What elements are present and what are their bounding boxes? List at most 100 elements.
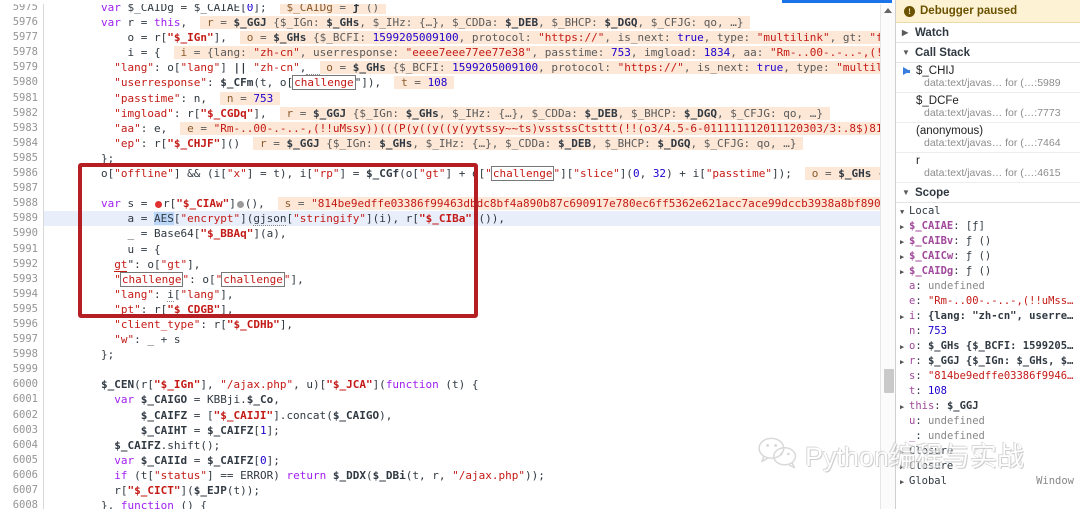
line-number[interactable]: 5998 <box>0 347 38 362</box>
scope-variable-row[interactable]: ▶ $_CAIBv: ƒ () <box>896 234 1080 249</box>
code-line[interactable]: gt": o["gt"], <box>44 257 895 272</box>
line-number[interactable]: 5986 <box>0 166 38 181</box>
code-line[interactable]: "pt": r["$_CDGB"], <box>44 302 895 317</box>
line-number[interactable]: 5983 <box>0 121 38 136</box>
call-stack-frame[interactable]: $_DCFe data:text/javas… for (…:7773 <box>896 93 1080 123</box>
scrollbar-thumb[interactable] <box>884 369 894 393</box>
sidebar-section-scope[interactable]: ▼ Scope <box>896 183 1080 203</box>
code-line[interactable]: "challenge": o["challenge"], <box>44 271 895 287</box>
chevron-right-icon[interactable]: ▶ <box>900 220 909 234</box>
scope-variable-row[interactable]: ▶ r: $_GGJ {$_IGn: $_GHs, $… <box>896 354 1080 369</box>
call-stack-frame[interactable]: r data:text/javas… for (…:4615 <box>896 153 1080 183</box>
scope-variable-row[interactable]: t: 108 <box>896 384 1080 399</box>
line-number[interactable]: 5977 <box>0 30 38 45</box>
code-line[interactable]: $_CAIHT = $_CAIFZ[1]; <box>44 423 895 438</box>
scope-global-row[interactable]: ▶ Global Window <box>896 474 1080 489</box>
scope-variable-row[interactable]: ▶ $_CAIAE: [ƒ] <box>896 219 1080 234</box>
line-number[interactable]: 6001 <box>0 392 38 407</box>
code-line[interactable]: "passtime": n, n = 753 <box>44 91 895 106</box>
code-line[interactable]: "userresponse": $_CFm(t, o[challenge"]),… <box>44 75 895 91</box>
call-stack-frame[interactable]: $_CHIJ data:text/javas… for (…:5989 <box>896 63 1080 93</box>
chevron-right-icon[interactable]: ▶ <box>900 355 909 369</box>
line-number[interactable]: 5976 <box>0 15 38 30</box>
code-line[interactable]: "imgload": r["$_CGDq"], r = $_GGJ {$_IGn… <box>44 106 895 121</box>
source-vertical-scrollbar[interactable] <box>880 4 895 509</box>
code-line[interactable]: }; <box>44 347 895 362</box>
chevron-right-icon[interactable]: ▶ <box>900 235 909 249</box>
line-number[interactable]: 5980 <box>0 75 38 90</box>
scope-variable-row[interactable]: s: "814be9edffe03386f9946… <box>896 369 1080 384</box>
line-number[interactable]: 6005 <box>0 453 38 468</box>
line-number[interactable]: 5995 <box>0 302 38 317</box>
code-line[interactable]: var $_CAIGO = KBBji.$_Co, <box>44 392 895 407</box>
line-number[interactable]: 6000 <box>0 377 38 392</box>
code-line[interactable]: "w": _ + s <box>44 332 895 347</box>
line-number[interactable]: 5981 <box>0 91 38 106</box>
scope-variable-row[interactable]: u: undefined <box>896 414 1080 429</box>
line-number[interactable]: 5987 <box>0 181 38 196</box>
code-line[interactable] <box>44 181 895 196</box>
code-line[interactable]: _ = Base64["$_BBAq"](a), <box>44 226 895 241</box>
code-line[interactable]: var $_CAIId = $_CAIFZ[0]; <box>44 453 895 468</box>
code-line[interactable]: $_CAIFZ = ["$_CAIJI"].concat($_CAIGO), <box>44 408 895 423</box>
code-line[interactable]: "ep": r["$_CHJF"]() r = $_GGJ {$_IGn: $_… <box>44 136 895 151</box>
sidebar-section-call-stack[interactable]: ▼ Call Stack <box>896 43 1080 63</box>
code-line[interactable]: if (t["status"] == ERROR) return $_DDX($… <box>44 468 895 483</box>
line-number[interactable]: 6006 <box>0 468 38 483</box>
code-line[interactable]: u = { <box>44 242 895 257</box>
code-line[interactable]: $_CAIFZ.shift(); <box>44 438 895 453</box>
chevron-right-icon[interactable]: ▶ <box>900 475 909 490</box>
code-line[interactable]: a = AES["encrypt"](gjson["stringify"](i)… <box>44 211 895 227</box>
line-number-gutter[interactable]: 5975 5976 5977 5978 5979 5980 5981 5982 5983 5984… <box>0 0 44 509</box>
scope-variable-row[interactable]: e: "Rm-..00-.-..-,(!!uMss… <box>896 294 1080 309</box>
line-number[interactable]: 6002 <box>0 408 38 423</box>
scope-closure-row[interactable]: ▶ Closure <box>896 444 1080 459</box>
scope-variable-row[interactable]: a: undefined <box>896 279 1080 294</box>
sidebar-section-watch[interactable]: ▶ Watch <box>896 23 1080 43</box>
line-number[interactable]: 5993 <box>0 272 38 287</box>
line-number[interactable]: 6004 <box>0 438 38 453</box>
chevron-right-icon[interactable]: ▶ <box>900 250 909 264</box>
chevron-right-icon[interactable]: ▶ <box>900 460 909 475</box>
scope-variable-row[interactable]: ▶ o: $_GHs {$_BCFI: 1599205… <box>896 339 1080 354</box>
code-line[interactable]: r["$_CICT"]($_EJP(t)); <box>44 483 895 498</box>
chevron-right-icon[interactable]: ▶ <box>900 340 909 354</box>
line-number[interactable]: 5991 <box>0 242 38 257</box>
line-number[interactable]: 5985 <box>0 151 38 166</box>
code-line[interactable]: o["offline"] && (i["x"] = t), i["rp"] = … <box>44 166 895 182</box>
chevron-right-icon[interactable]: ▶ <box>900 265 909 279</box>
chevron-right-icon[interactable]: ▶ <box>900 310 909 324</box>
chevron-right-icon[interactable]: ▶ <box>900 400 909 414</box>
scope-variable-row[interactable]: ▶ this: $_GGJ <box>896 399 1080 414</box>
line-number[interactable]: 5992 <box>0 257 38 272</box>
code-line[interactable]: var s = r["$_CIAw"] (), s = "814be9edffe0… <box>44 196 895 211</box>
line-number[interactable]: 5979 <box>0 60 38 75</box>
scope-group-header[interactable]: ▼ Local <box>896 204 1080 219</box>
line-number[interactable]: 5990 <box>0 226 38 241</box>
code-line[interactable]: }, function () { <box>44 498 895 509</box>
line-number[interactable]: 5978 <box>0 45 38 60</box>
code-line[interactable] <box>44 362 895 377</box>
line-number[interactable]: 6007 <box>0 483 38 498</box>
code-line[interactable]: "client_type": r["$_CDHb"], <box>44 317 895 332</box>
code-line[interactable]: var r = this, r = $_GGJ {$_IGn: $_GHs, $… <box>44 15 895 30</box>
code-line[interactable]: }; <box>44 151 895 166</box>
code-text-area[interactable]: var $_CAIDg = $_CAIAE[0]; $_CAIDg = ƒ ()… <box>44 0 895 509</box>
code-line[interactable]: "aa": e, e = "Rm-..00-.-..-,(!!uMssy))((… <box>44 121 895 136</box>
scope-variable-row[interactable]: ▶ $_CAIDg: ƒ () <box>896 264 1080 279</box>
scope-variable-row[interactable]: n: 753 <box>896 324 1080 339</box>
line-number[interactable]: 6003 <box>0 423 38 438</box>
line-number[interactable]: 5988 <box>0 196 38 211</box>
code-line[interactable]: $_CEN(r["$_IGn"], "/ajax.php", u)["$_JCA… <box>44 377 895 392</box>
scope-variable-row[interactable]: _: undefined <box>896 429 1080 444</box>
chevron-right-icon[interactable]: ▶ <box>900 445 909 460</box>
line-number[interactable]: 5989 <box>0 211 38 226</box>
code-line[interactable]: "lang": i["lang"], <box>44 287 895 302</box>
scroll-up-arrow-icon[interactable] <box>884 8 892 13</box>
line-number[interactable]: 5982 <box>0 106 38 121</box>
line-number[interactable]: 5997 <box>0 332 38 347</box>
call-stack-frame[interactable]: (anonymous) data:text/javas… for (…:7464 <box>896 123 1080 153</box>
code-scroll-container[interactable]: 5975 5976 5977 5978 5979 5980 5981 5982 5983 5984… <box>0 0 895 509</box>
line-number[interactable]: 5984 <box>0 136 38 151</box>
line-number[interactable]: 5994 <box>0 287 38 302</box>
